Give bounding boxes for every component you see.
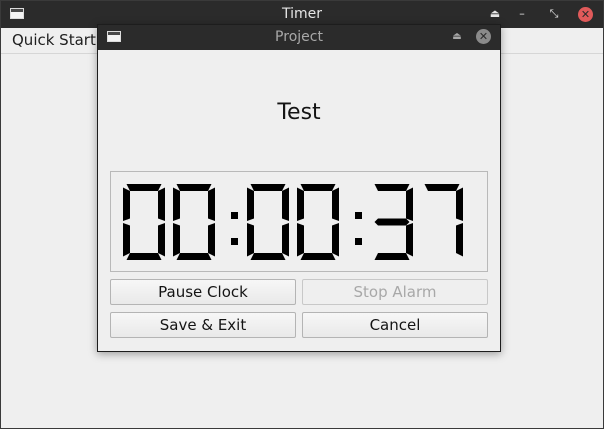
dialog-close-icon[interactable]: ✕	[476, 29, 491, 44]
lcd-colon-dot	[355, 212, 362, 219]
lcd-segment	[176, 184, 212, 191]
main-window-title: Timer	[281, 6, 323, 22]
lcd-segment	[208, 187, 215, 221]
lcd-segment	[406, 223, 413, 257]
lcd-segment	[300, 184, 336, 191]
lcd-colon-dot	[231, 238, 238, 245]
lcd-segment	[123, 223, 130, 257]
close-icon[interactable]: ✕	[578, 7, 593, 22]
lcd-segment	[173, 223, 180, 257]
lcd-segment	[173, 187, 180, 221]
lcd-digits	[123, 184, 463, 260]
cancel-button[interactable]: Cancel	[302, 312, 488, 338]
save-exit-button[interactable]: Save & Exit	[110, 312, 296, 338]
lcd-segment	[158, 223, 165, 257]
project-name: Test	[277, 100, 321, 125]
lcd-segment	[208, 223, 215, 257]
lcd-segment	[282, 187, 289, 221]
lcd-segment	[300, 253, 336, 260]
lcd-segment	[374, 184, 410, 191]
dialog-titlebar[interactable]: Project ⏏ ✕	[98, 25, 500, 50]
lcd-clock-display	[110, 171, 488, 272]
lcd-segment	[374, 218, 410, 226]
stop-alarm-button[interactable]: Stop Alarm	[302, 279, 488, 305]
lcd-segment	[250, 253, 286, 260]
lcd-colon-dot	[355, 238, 362, 245]
dialog-title: Project	[275, 29, 323, 45]
lcd-segment	[176, 253, 212, 260]
pause-clock-button[interactable]: Pause Clock	[110, 279, 296, 305]
lcd-segment	[406, 187, 413, 221]
lcd-segment	[282, 223, 289, 257]
lcd-colon-dot	[231, 212, 238, 219]
lcd-segment	[297, 223, 304, 257]
dialog-shade-icon[interactable]: ⏏	[450, 29, 464, 45]
lcd-segment	[456, 223, 463, 257]
lcd-segment	[158, 187, 165, 221]
lcd-segment	[332, 223, 339, 257]
lcd-segment	[123, 187, 130, 221]
lcd-segment	[456, 187, 463, 221]
lcd-segment	[250, 184, 286, 191]
project-dialog: Project ⏏ ✕ Test Pause Clock Stop Alarm …	[97, 24, 501, 352]
menu-quick-start[interactable]: Quick Start	[12, 31, 96, 49]
lcd-segment	[247, 187, 254, 221]
lcd-segment	[247, 223, 254, 257]
shade-icon[interactable]: ⏏	[487, 6, 503, 22]
lcd-segment	[126, 184, 162, 191]
lcd-segment	[424, 184, 460, 191]
lcd-segment	[126, 253, 162, 260]
maximize-icon[interactable]: ⤡	[546, 6, 562, 22]
lcd-segment	[374, 253, 410, 260]
lcd-segment	[297, 187, 304, 221]
lcd-segment	[332, 187, 339, 221]
minimize-icon[interactable]: –	[514, 6, 530, 22]
